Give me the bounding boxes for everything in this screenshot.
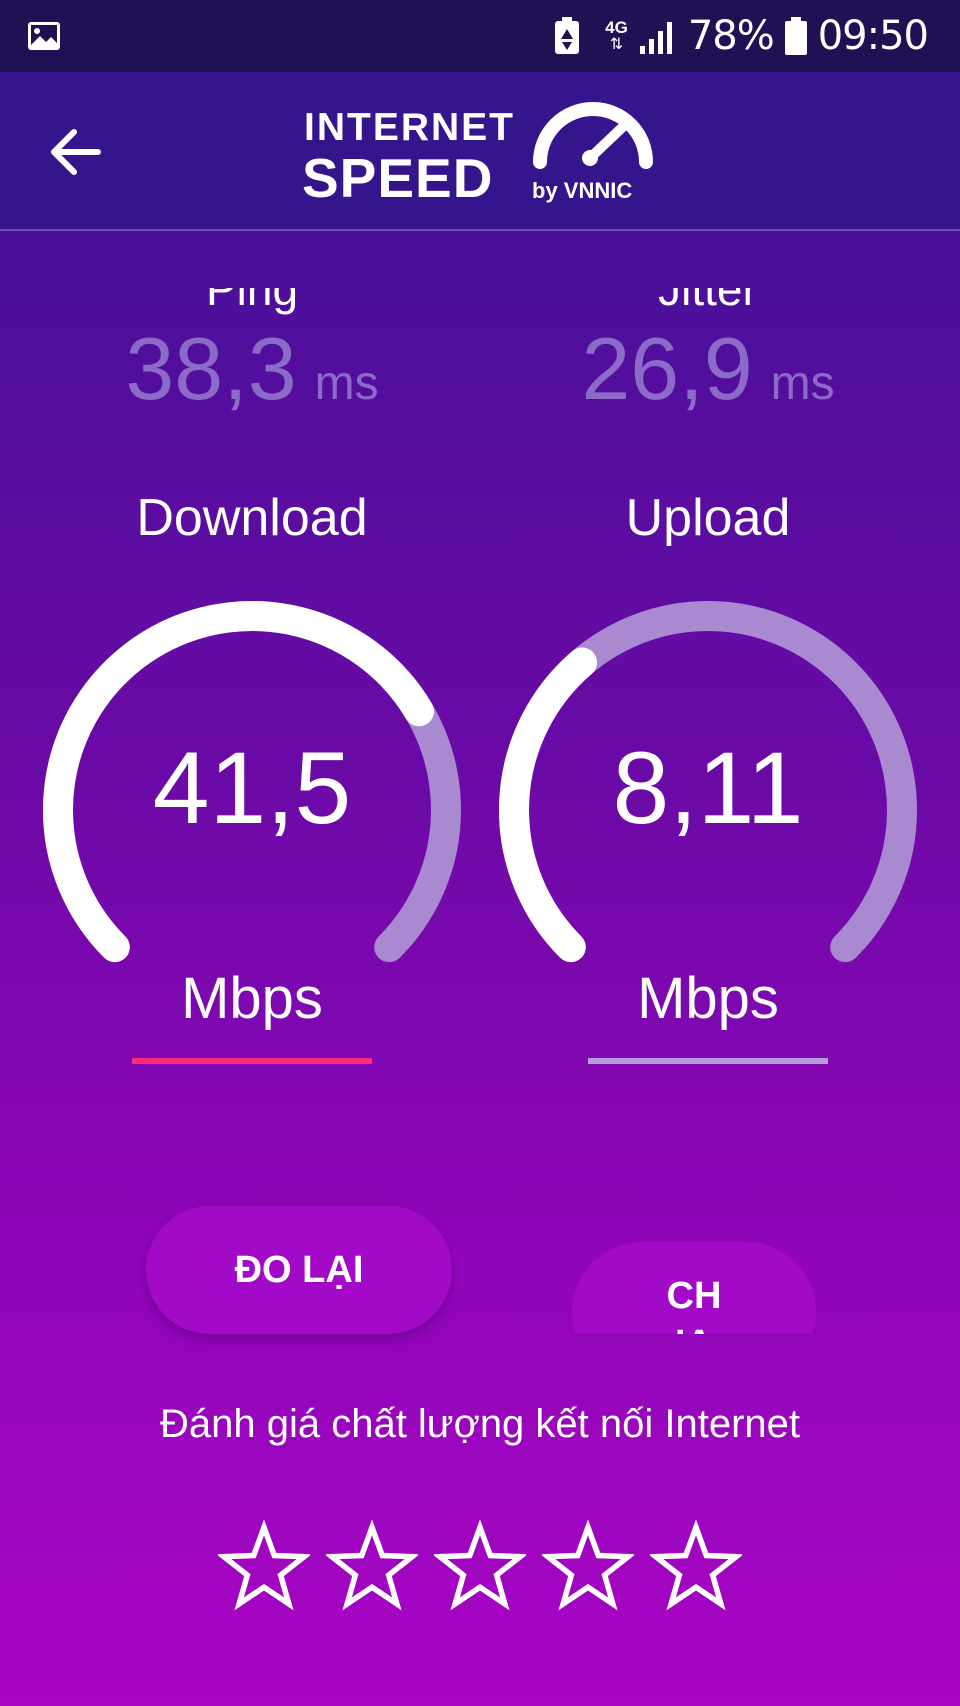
status-bar: 4G ⇅ 78% 09:50 bbox=[0, 0, 960, 72]
logo-by-vnnic: by VNNIC bbox=[532, 178, 633, 203]
upload-value: 8,11 bbox=[612, 731, 804, 845]
ping-unit: ms bbox=[314, 357, 379, 410]
ping-label: Ping bbox=[205, 263, 299, 315]
battery-percent: 78% bbox=[687, 13, 775, 59]
jitter-label: Jitter bbox=[658, 263, 758, 315]
share-button-wrapper: CH IA bbox=[572, 1242, 816, 1334]
retry-button[interactable]: ĐO LẠI bbox=[146, 1206, 452, 1334]
network-type: 4G bbox=[605, 18, 628, 37]
download-label: Download bbox=[136, 489, 368, 547]
ping-value: 38,3 ms bbox=[72, 318, 432, 420]
battery-saver-icon bbox=[555, 17, 580, 54]
ping-number: 38,3 bbox=[125, 319, 297, 418]
download-value: 41,5 bbox=[152, 731, 352, 845]
logo-line-speed: SPEED bbox=[302, 147, 494, 209]
star-icon[interactable] bbox=[650, 1520, 742, 1612]
app-bar: INTERNET SPEED by VNNIC bbox=[0, 72, 960, 231]
data-arrows-icon: 4G ⇅ bbox=[605, 18, 628, 53]
upload-label: Upload bbox=[625, 489, 791, 547]
download-unit: Mbps bbox=[181, 966, 323, 1031]
upload-unit: Mbps bbox=[637, 966, 779, 1031]
jitter-number: 26,9 bbox=[581, 319, 753, 418]
star-icon[interactable] bbox=[542, 1520, 634, 1612]
rating-prompt: Đánh giá chất lượng kết nối Internet bbox=[159, 1402, 801, 1446]
star-icon[interactable] bbox=[218, 1520, 310, 1612]
battery-icon bbox=[784, 17, 807, 55]
download-underline bbox=[132, 1058, 372, 1064]
logo-line-internet: INTERNET bbox=[304, 106, 515, 149]
arrow-left-icon[interactable] bbox=[46, 126, 104, 178]
share-button[interactable]: CH IA bbox=[572, 1242, 816, 1334]
upload-underline bbox=[588, 1058, 828, 1064]
star-icon[interactable] bbox=[326, 1520, 418, 1612]
clock: 09:50 bbox=[817, 13, 929, 59]
star-icon[interactable] bbox=[434, 1520, 526, 1612]
jitter-unit: ms bbox=[770, 357, 835, 410]
star-rating bbox=[218, 1520, 742, 1620]
speedometer-logo-icon bbox=[533, 102, 653, 169]
signal-icon bbox=[639, 22, 672, 54]
gallery-icon bbox=[28, 22, 60, 50]
jitter-value: 26,9 ms bbox=[528, 318, 888, 420]
app-logo: INTERNET SPEED by VNNIC bbox=[302, 100, 662, 210]
